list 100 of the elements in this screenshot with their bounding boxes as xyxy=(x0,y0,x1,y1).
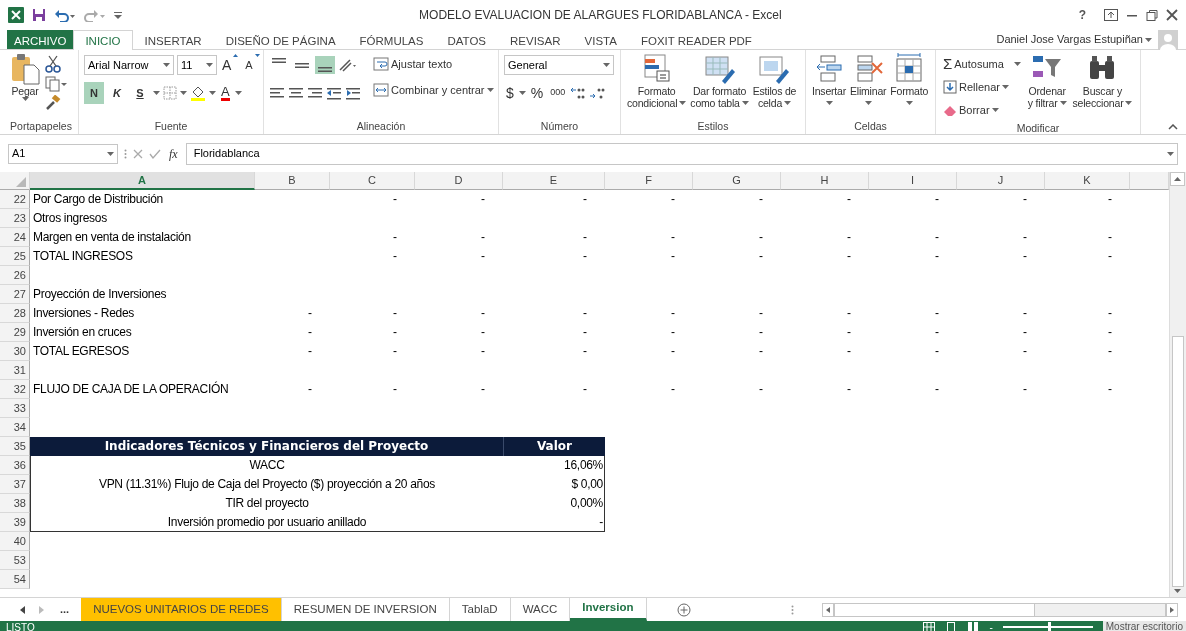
fill-color-icon[interactable] xyxy=(190,85,206,101)
cut-icon[interactable] xyxy=(45,55,61,73)
format-painter-icon[interactable] xyxy=(45,95,61,111)
align-center-icon[interactable] xyxy=(288,86,304,100)
add-sheet-icon[interactable] xyxy=(676,602,691,617)
scroll-up-icon[interactable] xyxy=(1170,172,1185,186)
row-number[interactable]: 40 xyxy=(0,532,30,551)
column-header[interactable]: G xyxy=(693,172,781,190)
splitter-icon[interactable] xyxy=(790,604,794,615)
clear-button[interactable]: Borrar xyxy=(941,99,1023,121)
row-number[interactable]: 26 xyxy=(0,266,30,285)
row-number[interactable]: 54 xyxy=(0,570,30,589)
find-select-button[interactable]: Buscar y seleccionar xyxy=(1071,53,1134,121)
normal-view-icon[interactable] xyxy=(923,622,936,631)
paste-button[interactable]: Pegar xyxy=(9,53,41,119)
copy-icon[interactable] xyxy=(45,76,67,92)
ribbon-options-icon[interactable] xyxy=(1104,9,1118,21)
delete-cells-button[interactable]: Eliminar xyxy=(849,53,888,119)
page-layout-icon[interactable] xyxy=(945,622,958,631)
column-header[interactable]: K xyxy=(1045,172,1130,190)
row-number[interactable]: 27 xyxy=(0,285,30,304)
underline-button[interactable]: S xyxy=(130,82,150,104)
percent-button[interactable]: % xyxy=(528,82,546,104)
column-header[interactable]: A xyxy=(30,172,255,190)
font-size-field[interactable]: 11 xyxy=(177,55,217,75)
align-bottom-button[interactable] xyxy=(315,56,335,74)
orientation-icon[interactable] xyxy=(338,58,356,72)
name-box[interactable]: A1 xyxy=(8,143,118,164)
decrease-decimal-icon[interactable] xyxy=(589,86,606,100)
undo-icon[interactable] xyxy=(54,8,76,22)
row-number[interactable]: 25 xyxy=(0,247,30,266)
scrollbar-thumb[interactable] xyxy=(834,603,1035,616)
formula-field[interactable]: Floridablanca xyxy=(185,142,1178,165)
row-number[interactable]: 23 xyxy=(0,209,30,228)
scrollbar-thumb[interactable] xyxy=(1172,336,1184,587)
currency-button[interactable]: $ xyxy=(504,82,516,104)
ribbon-tab[interactable]: INICIO xyxy=(73,30,133,50)
italic-button[interactable]: K xyxy=(107,82,127,104)
collapse-ribbon-icon[interactable] xyxy=(1168,124,1178,130)
help-button[interactable]: ? xyxy=(1078,6,1086,24)
align-left-icon[interactable] xyxy=(269,86,285,100)
sheet-tab[interactable]: NUEVOS UNITARIOS DE REDES xyxy=(81,598,282,621)
restore-icon[interactable] xyxy=(1146,9,1158,21)
ribbon-tab[interactable]: FÓRMULAS xyxy=(347,30,436,49)
grow-font-button[interactable]: A xyxy=(220,54,241,76)
autosum-button[interactable]: ΣAutosuma xyxy=(941,53,1023,75)
previous-sheet-icon[interactable] xyxy=(20,605,25,614)
page-break-icon[interactable] xyxy=(967,622,980,631)
row-number[interactable]: 35 xyxy=(0,437,30,456)
row-number[interactable]: 24 xyxy=(0,228,30,247)
ribbon-tab[interactable]: VISTA xyxy=(572,30,629,49)
column-header[interactable]: E xyxy=(503,172,605,190)
shrink-font-button[interactable]: A xyxy=(243,54,262,76)
decrease-indent-icon[interactable] xyxy=(326,86,342,100)
row-number[interactable]: 32 xyxy=(0,380,30,399)
close-icon[interactable] xyxy=(1166,9,1178,21)
ribbon-tab[interactable]: FOXIT READER PDF xyxy=(628,30,764,49)
thousands-button[interactable]: 000 xyxy=(548,82,568,104)
row-number[interactable]: 34 xyxy=(0,418,30,437)
row-number[interactable]: 36 xyxy=(0,456,30,475)
row-number[interactable]: 38 xyxy=(0,494,30,513)
scroll-right-icon[interactable] xyxy=(1166,602,1178,617)
account-button[interactable]: Daniel Jose Vargas Estupiñan xyxy=(994,30,1154,49)
slider-thumb[interactable] xyxy=(1047,622,1051,631)
insert-function-button[interactable]: fx xyxy=(167,142,180,165)
zoom-out-button[interactable]: - xyxy=(989,619,993,631)
sort-filter-button[interactable]: Ordenar y filtrar xyxy=(1026,53,1068,121)
insert-cells-button[interactable]: Insertar xyxy=(811,53,847,119)
number-format-field[interactable]: General xyxy=(504,55,614,75)
fill-button[interactable]: Rellenar xyxy=(941,76,1023,98)
customize-icon[interactable] xyxy=(114,11,122,19)
ribbon-tab[interactable]: DISEÑO DE PÁGINA xyxy=(213,30,348,49)
increase-decimal-icon[interactable] xyxy=(570,86,587,100)
font-name-field[interactable]: Arial Narrow xyxy=(84,55,174,75)
wrap-text-button[interactable]: Ajustar texto xyxy=(371,53,496,75)
row-number[interactable]: 22 xyxy=(0,190,30,209)
column-header[interactable]: C xyxy=(330,172,415,190)
conditional-format-button[interactable]: Formato condicional xyxy=(626,53,688,119)
ribbon-tab[interactable]: REVISAR xyxy=(498,30,573,49)
font-color-button[interactable]: A xyxy=(219,82,232,104)
align-right-icon[interactable] xyxy=(307,86,323,100)
cell-styles-button[interactable]: Estilos de celda xyxy=(751,53,798,119)
bold-button[interactable]: N xyxy=(84,82,104,104)
ribbon-tab[interactable]: DATOS xyxy=(435,30,499,49)
column-header[interactable]: J xyxy=(957,172,1045,190)
row-number[interactable]: 29 xyxy=(0,323,30,342)
sheet-tab[interactable]: Inversion xyxy=(570,598,647,621)
format-cells-button[interactable]: Formato xyxy=(889,53,930,119)
increase-indent-icon[interactable] xyxy=(345,86,361,100)
format-as-table-button[interactable]: Dar formato como tabla xyxy=(689,53,750,119)
row-number[interactable]: 37 xyxy=(0,475,30,494)
column-header[interactable]: D xyxy=(415,172,503,190)
column-header[interactable]: H xyxy=(781,172,869,190)
row-number[interactable]: 53 xyxy=(0,551,30,570)
column-header[interactable]: I xyxy=(869,172,957,190)
excel-logo-icon[interactable] xyxy=(8,7,24,23)
column-header[interactable]: F xyxy=(605,172,693,190)
row-number[interactable]: 39 xyxy=(0,513,30,532)
more-sheets-button[interactable]: ... xyxy=(58,598,72,621)
row-number[interactable]: 28 xyxy=(0,304,30,323)
